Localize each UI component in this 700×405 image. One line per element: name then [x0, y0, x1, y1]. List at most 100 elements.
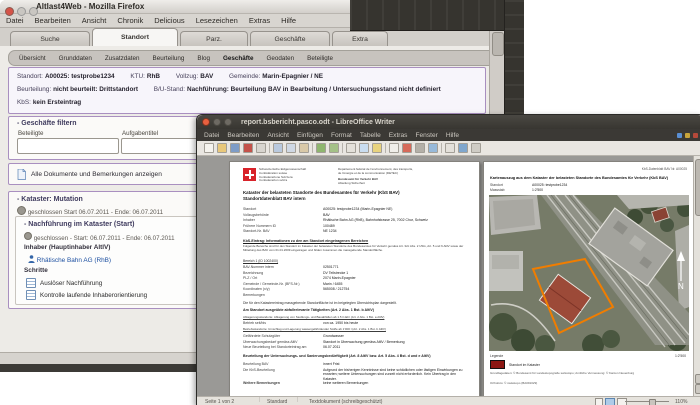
subtab-blog[interactable]: Blog — [197, 55, 210, 62]
indicator-icon[interactable] — [677, 132, 682, 138]
zoom-slider-track[interactable] — [625, 401, 669, 402]
copy-icon[interactable] — [286, 143, 296, 153]
scrollbar-thumb[interactable] — [492, 32, 504, 56]
inhaber-entry[interactable]: Rhätische Bahn AG (RhB) — [28, 255, 111, 264]
previous-page-button[interactable] — [695, 374, 700, 384]
collapse-icon[interactable]: - — [17, 120, 19, 127]
maximize-icon[interactable] — [224, 118, 232, 126]
status-zoom: 110% — [675, 399, 688, 405]
credit-line-2: Orthofoto: © swisstopo (BA091029) — [490, 381, 538, 385]
find-icon[interactable] — [389, 143, 399, 153]
undo-icon[interactable] — [316, 143, 326, 153]
save-icon[interactable] — [230, 143, 240, 153]
collapse-icon[interactable]: - — [24, 221, 26, 228]
subtab-beurteilung[interactable]: Beurteilung — [153, 55, 185, 62]
writer-statusbar: Seite 1 von 2 | Standard | Textdokument … — [197, 396, 700, 405]
menu-ansicht[interactable]: Ansicht — [267, 132, 289, 139]
export-pdf-icon[interactable] — [243, 143, 253, 153]
menu-hilfe[interactable]: Hilfe — [446, 132, 459, 139]
kataster-header[interactable]: - Kataster: Mutation — [17, 196, 83, 203]
map-scale: 1:2'500 — [674, 354, 686, 358]
menu-ansicht[interactable]: Ansicht — [82, 16, 107, 25]
subtab-bar: Übersicht Grunddaten Zusatzdaten Beurtei… — [8, 50, 496, 66]
next-page-button[interactable] — [695, 384, 700, 394]
chart-icon[interactable] — [372, 143, 382, 153]
nachfuehrung-status: geschlossen - Start: 06.07.2011 - Ende: … — [24, 232, 175, 242]
step-label[interactable]: Auslöser Nachführung — [40, 280, 192, 287]
step-label[interactable]: Kontrolle laufende Inhaberorientierung — [40, 292, 192, 299]
tab-suche[interactable]: Suche — [10, 31, 90, 46]
menu-datei[interactable]: Datei — [204, 132, 219, 139]
section-kbs-eintrag: KbS-Eintrag: Informationen zu den am Sta… — [243, 239, 369, 243]
multi-page-view-icon[interactable] — [605, 398, 615, 405]
writer-vertical-scrollbar[interactable] — [693, 156, 700, 396]
inhaber-label: Inhaber (Hauptinhaber AltlV) — [24, 244, 111, 251]
image-icon[interactable] — [359, 143, 369, 153]
menu-delicious[interactable]: Delicious — [154, 16, 184, 25]
paste-icon[interactable] — [299, 143, 309, 153]
window-title: Altlast4Web - Mozilla Firefox — [36, 2, 145, 11]
navigator-icon[interactable] — [415, 143, 425, 153]
beteiligte-input[interactable] — [17, 138, 119, 154]
menu-chronik[interactable]: Chronik — [117, 16, 143, 25]
plan-note: Die für den Katastereintrag massgebende … — [243, 301, 397, 305]
page2-corner-note: KbS-Datenblatt BAV Nr. A00025 — [641, 167, 687, 171]
redo-icon[interactable] — [329, 143, 339, 153]
credit-line-1: Grundlagedaten: © Bundesamt für Landesto… — [490, 371, 635, 375]
document-page-2: KbS-Datenblatt BAV Nr. A00025 Kartenausz… — [483, 161, 695, 400]
indicator-icon[interactable] — [693, 132, 698, 138]
open-icon[interactable] — [217, 143, 227, 153]
subtab-geschaefte-active[interactable]: Geschäfte — [223, 55, 253, 62]
background-window-fragment — [504, 0, 524, 125]
print-icon[interactable] — [256, 143, 266, 153]
subtab-uebersicht[interactable]: Übersicht — [19, 55, 46, 62]
indicator-icon[interactable] — [685, 132, 690, 138]
all-documents-link[interactable]: Alle Dokumente und Bemerkungen anzeigen — [31, 171, 162, 178]
minimize-icon[interactable] — [213, 118, 221, 126]
spelling-icon[interactable] — [402, 143, 412, 153]
menu-einfuegen[interactable]: Einfügen — [297, 132, 323, 139]
subtab-geodaten[interactable]: Geodaten — [266, 55, 294, 62]
aufgabentitel-label: Aufgabentitel — [122, 130, 159, 137]
bereich-title: Bereich 1 (ID 1002400) — [243, 259, 279, 263]
filter-header[interactable]: - Geschäfte filtern — [17, 120, 77, 127]
subtab-zusatzdaten[interactable]: Zusatzdaten — [105, 55, 140, 62]
tab-geschaefte[interactable]: Geschäfte — [250, 31, 330, 46]
tab-standort[interactable]: Standort — [92, 28, 178, 46]
subtab-grunddaten[interactable]: Grunddaten — [59, 55, 92, 62]
document-page-1: Schweizerische Eidgenossenschaft Confédé… — [229, 161, 480, 400]
menu-bearbeiten[interactable]: Bearbeiten — [227, 132, 259, 139]
menu-hilfe[interactable]: Hilfe — [281, 16, 296, 25]
menu-fenster[interactable]: Fenster — [415, 132, 437, 139]
gallery-icon[interactable] — [428, 143, 438, 153]
info-line-3: KbS: kein Ersteintrag — [17, 99, 82, 106]
tab-extra[interactable]: Extra — [332, 31, 388, 46]
writer-titlebar[interactable]: report.bsbericht.pasco.odt - LibreOffice… — [197, 115, 700, 129]
view-layout-buttons[interactable] — [595, 398, 627, 405]
menu-datei[interactable]: Datei — [6, 16, 24, 25]
cut-icon[interactable] — [273, 143, 283, 153]
tab-parz[interactable]: Parz. — [180, 31, 248, 46]
writer-window: report.bsbericht.pasco.odt - LibreOffice… — [196, 114, 700, 405]
zoom-icon[interactable] — [445, 143, 455, 153]
window-title: report.bsbericht.pasco.odt - LibreOffice… — [241, 118, 395, 126]
table-icon[interactable] — [346, 143, 356, 153]
menu-tabelle[interactable]: Tabelle — [360, 132, 381, 139]
single-page-view-icon[interactable] — [595, 398, 603, 405]
nachfuehrung-header[interactable]: - Nachführung im Kataster (Start) — [24, 221, 134, 228]
menu-extras[interactable]: Extras — [249, 16, 270, 25]
scrollbar-thumb[interactable] — [695, 159, 700, 216]
judgement-fields: Beurteilung BAV innert Frist Die KbS-Beur… — [243, 362, 463, 385]
menu-format[interactable]: Format — [331, 132, 352, 139]
help-icon[interactable] — [458, 143, 468, 153]
collapse-icon[interactable]: - — [17, 196, 19, 203]
fields-icon[interactable] — [471, 143, 481, 153]
new-document-icon[interactable] — [204, 143, 214, 153]
menu-lesezeichen[interactable]: Lesezeichen — [196, 16, 238, 25]
menu-extras[interactable]: Extras — [389, 132, 408, 139]
desktop: Altlast4Web - Mozilla Firefox Datei Bear… — [0, 0, 700, 405]
menu-bearbeiten[interactable]: Bearbeiten — [35, 16, 71, 25]
close-icon[interactable] — [202, 118, 210, 126]
zoom-slider-handle[interactable] — [649, 398, 656, 405]
subtab-beteiligte[interactable]: Beteiligte — [307, 55, 333, 62]
